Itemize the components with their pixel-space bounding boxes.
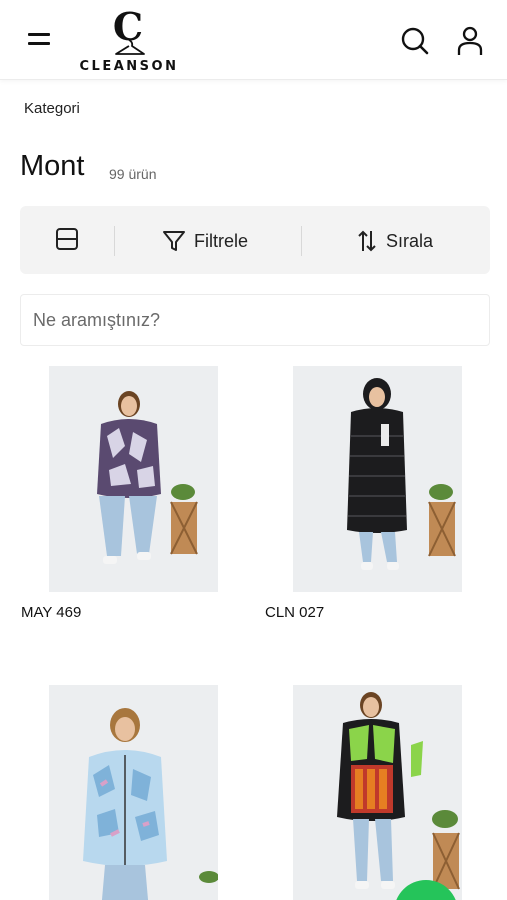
- hamburger-icon[interactable]: [28, 33, 54, 51]
- product-image[interactable]: [49, 366, 218, 592]
- filter-button[interactable]: Filtrele: [162, 226, 248, 256]
- header: C CLEANSON: [0, 0, 507, 80]
- product-name[interactable]: MAY 469: [21, 604, 81, 621]
- product-image[interactable]: [293, 366, 462, 592]
- user-icon[interactable]: [456, 26, 486, 56]
- toolbar-divider: [301, 226, 302, 256]
- product-image[interactable]: [49, 685, 218, 900]
- filter-toolbar: Filtrele Sırala: [20, 206, 490, 274]
- filter-icon: [163, 231, 185, 251]
- sort-label: Sırala: [386, 230, 434, 251]
- logo-letter: C: [113, 8, 143, 49]
- hanger-logo-icon: C: [113, 4, 145, 55]
- breadcrumb[interactable]: Kategori: [24, 100, 80, 117]
- product-count: 99 ürün: [109, 166, 157, 182]
- toolbar-divider: [114, 226, 115, 256]
- sort-icon: [358, 230, 376, 252]
- search-icon[interactable]: [400, 26, 430, 56]
- product-image[interactable]: [293, 685, 462, 900]
- page-title: Mont: [20, 150, 85, 182]
- search-input[interactable]: [20, 294, 490, 346]
- sort-button[interactable]: Sırala: [356, 226, 433, 256]
- grid-layout-icon[interactable]: [54, 226, 82, 254]
- filter-label: Filtrele: [194, 230, 249, 251]
- logo[interactable]: C CLEANSON: [78, 4, 180, 74]
- product-name[interactable]: CLN 027: [265, 604, 324, 621]
- logo-text: CLEANSON: [79, 59, 179, 74]
